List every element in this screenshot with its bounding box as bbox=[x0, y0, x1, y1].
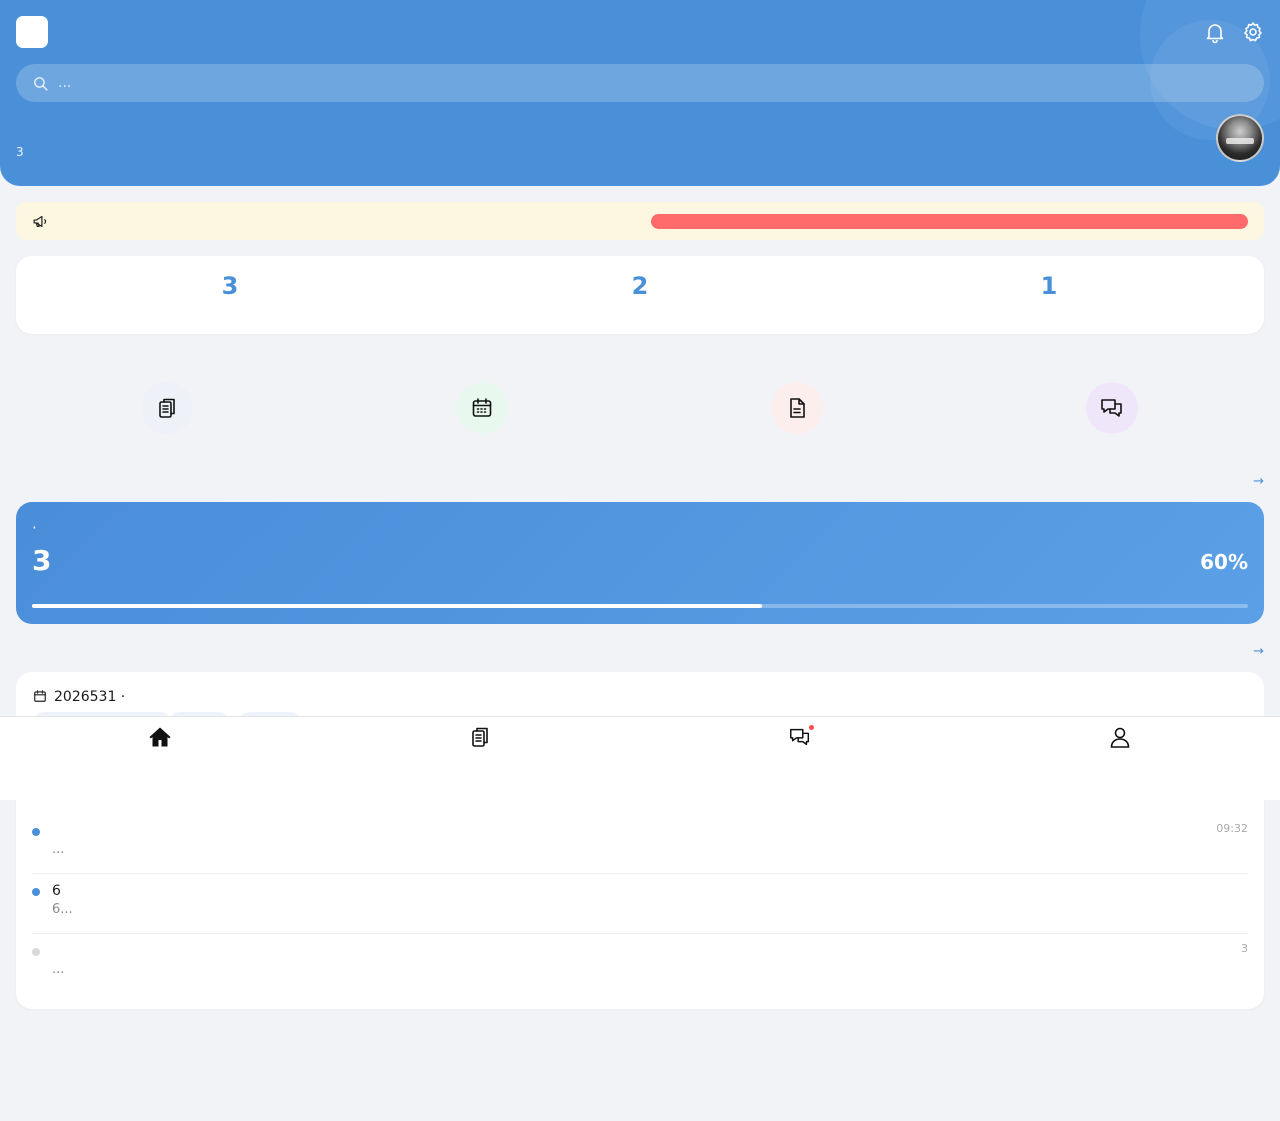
notification-badge bbox=[809, 725, 814, 730]
notification-desc: ... bbox=[52, 962, 65, 977]
avatar[interactable] bbox=[1216, 114, 1264, 162]
stat-value: 1 bbox=[1040, 272, 1058, 300]
megaphone-icon bbox=[33, 215, 47, 228]
chat-icon bbox=[1086, 382, 1138, 434]
notification-time: 3 bbox=[1241, 942, 1248, 955]
search-bar[interactable] bbox=[16, 64, 1264, 102]
stat-value: 3 bbox=[221, 272, 239, 300]
stat-item[interactable]: 3 bbox=[130, 256, 330, 303]
notification-time: 09:32 bbox=[1216, 822, 1248, 835]
notification-desc: 6... bbox=[52, 902, 73, 917]
clipboard-icon bbox=[141, 382, 193, 434]
notice-banner[interactable] bbox=[16, 202, 1264, 240]
home-icon bbox=[149, 727, 171, 747]
schedule-date: 2026531 · bbox=[54, 689, 126, 705]
notification-item[interactable]: 6 6... bbox=[32, 874, 1248, 934]
search-input[interactable] bbox=[58, 64, 1238, 102]
search-icon bbox=[34, 77, 48, 91]
stat-item[interactable]: 2 bbox=[540, 256, 740, 303]
notification-item[interactable]: ... 3 bbox=[32, 934, 1248, 994]
notification-item[interactable]: ... 09:32 bbox=[32, 814, 1248, 874]
clipboard-icon bbox=[472, 727, 488, 747]
view-all-courses-link[interactable]: → bbox=[1253, 474, 1264, 490]
notice-tag bbox=[651, 214, 1248, 229]
app-logo bbox=[16, 16, 48, 48]
course-percent: 60% bbox=[1200, 550, 1248, 574]
header: 3 bbox=[0, 0, 1280, 186]
course-progress-fill bbox=[32, 604, 762, 608]
notification-title: 6 bbox=[52, 883, 61, 899]
stat-item[interactable]: 1 bbox=[949, 256, 1149, 303]
greeting-subtitle: 3 bbox=[16, 145, 24, 159]
unread-dot bbox=[32, 828, 40, 836]
bottom-tab-bar bbox=[0, 716, 1280, 800]
view-all-schedule-link[interactable]: → bbox=[1253, 644, 1264, 660]
course-title: · bbox=[32, 519, 37, 537]
read-dot bbox=[32, 948, 40, 956]
bell-icon[interactable] bbox=[1203, 20, 1227, 44]
avatar-detail bbox=[1226, 138, 1254, 144]
notification-desc: ... bbox=[52, 842, 65, 857]
unread-dot bbox=[32, 888, 40, 896]
notifications-card: ... 09:32 6 6... ... 3 bbox=[16, 798, 1264, 1009]
current-course-card[interactable]: · 3 60% bbox=[16, 502, 1264, 624]
stat-value: 2 bbox=[631, 272, 649, 300]
stats-card: 3 2 1 bbox=[16, 256, 1264, 334]
user-icon bbox=[1110, 727, 1130, 748]
gear-icon[interactable] bbox=[1241, 20, 1265, 44]
calendar-icon bbox=[456, 382, 508, 434]
course-count: 3 bbox=[32, 544, 52, 577]
course-progress-bar bbox=[32, 604, 1248, 608]
calendar-icon bbox=[34, 690, 46, 702]
document-icon bbox=[771, 382, 823, 434]
